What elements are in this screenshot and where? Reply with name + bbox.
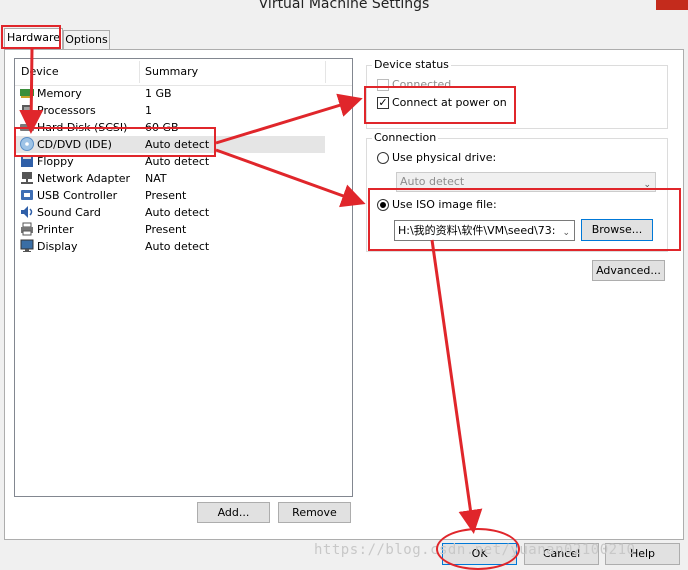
device-name: Memory xyxy=(37,87,82,100)
device-row-floppy[interactable]: Floppy Auto detect xyxy=(15,153,325,170)
chevron-down-icon: ⌄ xyxy=(643,180,651,190)
floppy-icon xyxy=(21,155,33,167)
tab-options[interactable]: Options xyxy=(63,30,110,49)
column-header-summary[interactable]: Summary xyxy=(139,59,325,85)
physical-drive-select[interactable]: Auto detect ⌄ xyxy=(396,172,656,192)
device-row-printer[interactable]: Printer Present xyxy=(15,221,325,238)
memory-icon xyxy=(20,89,34,98)
device-summary: Auto detect xyxy=(145,138,210,151)
device-summary: Present xyxy=(145,189,187,202)
network-adapter-icon xyxy=(21,172,33,184)
watermark: https://blog.csdn.net/yuanan02100210 xyxy=(314,542,636,558)
browse-button[interactable]: Browse... xyxy=(581,219,653,241)
advanced-button[interactable]: Advanced... xyxy=(592,260,665,281)
device-summary: Present xyxy=(145,223,187,236)
connected-checkbox[interactable] xyxy=(377,79,389,91)
device-row-display[interactable]: Display Auto detect xyxy=(15,238,325,255)
sound-card-icon xyxy=(21,206,33,218)
processor-icon xyxy=(22,105,32,115)
device-status-label: Device status xyxy=(372,58,451,71)
device-summary: Auto detect xyxy=(145,155,210,168)
hard-disk-icon xyxy=(20,124,34,131)
device-row-network-adapter[interactable]: Network Adapter NAT xyxy=(15,170,325,187)
device-summary: 1 xyxy=(145,104,152,117)
device-name: Processors xyxy=(37,104,96,117)
remove-button[interactable]: Remove xyxy=(278,502,351,523)
device-row-memory[interactable]: Memory 1 GB xyxy=(15,85,325,102)
usb-controller-icon xyxy=(21,190,33,200)
device-summary: Auto detect xyxy=(145,240,210,253)
display-icon xyxy=(20,239,34,252)
connected-label: Connected xyxy=(392,78,452,91)
device-summary: 60 GB xyxy=(145,121,179,134)
device-row-hard-disk[interactable]: Hard Disk (SCSI) 60 GB xyxy=(15,119,325,136)
device-list-header: Device Summary xyxy=(15,59,352,86)
device-row-sound-card[interactable]: Sound Card Auto detect xyxy=(15,204,325,221)
close-button[interactable] xyxy=(656,0,688,10)
chevron-down-icon: ⌄ xyxy=(562,228,570,238)
physical-drive-label: Use physical drive: xyxy=(392,151,497,164)
physical-drive-radio[interactable] xyxy=(377,152,389,164)
iso-path-input[interactable]: H:\我的资料\软件\VM\seed\73: ⌄ xyxy=(394,220,575,241)
device-name: Sound Card xyxy=(37,206,101,219)
connection-label: Connection xyxy=(372,131,439,144)
device-name: Floppy xyxy=(37,155,74,168)
iso-path-value: H:\我的资料\软件\VM\seed\73: xyxy=(398,224,556,237)
iso-image-label: Use ISO image file: xyxy=(392,198,497,211)
connect-at-power-on-label: Connect at power on xyxy=(392,96,507,109)
device-row-processors[interactable]: Processors 1 xyxy=(15,102,325,119)
column-header-device[interactable]: Device xyxy=(15,59,139,85)
cd-dvd-icon xyxy=(20,137,34,151)
device-name: CD/DVD (IDE) xyxy=(37,138,112,151)
iso-image-radio[interactable] xyxy=(377,199,389,211)
window-title: Virtual Machine Settings xyxy=(258,0,430,12)
tab-hardware[interactable]: Hardware xyxy=(4,28,63,50)
device-name: Display xyxy=(37,240,78,253)
column-separator[interactable] xyxy=(325,61,326,83)
physical-drive-value: Auto detect xyxy=(400,175,465,188)
add-button[interactable]: Add... xyxy=(197,502,270,523)
device-summary: 1 GB xyxy=(145,87,172,100)
device-name: Hard Disk (SCSI) xyxy=(37,121,128,134)
device-name: USB Controller xyxy=(37,189,118,202)
device-summary: NAT xyxy=(145,172,167,185)
device-name: Printer xyxy=(37,223,74,236)
device-name: Network Adapter xyxy=(37,172,131,185)
device-summary: Auto detect xyxy=(145,206,210,219)
device-list[interactable]: Device Summary Memory 1 GB Processors 1 … xyxy=(14,58,353,497)
printer-icon xyxy=(21,222,33,236)
device-row-usb-controller[interactable]: USB Controller Present xyxy=(15,187,325,204)
connect-at-power-on-checkbox[interactable]: ✓ xyxy=(377,97,389,109)
device-row-cd-dvd[interactable]: CD/DVD (IDE) Auto detect xyxy=(15,136,325,153)
